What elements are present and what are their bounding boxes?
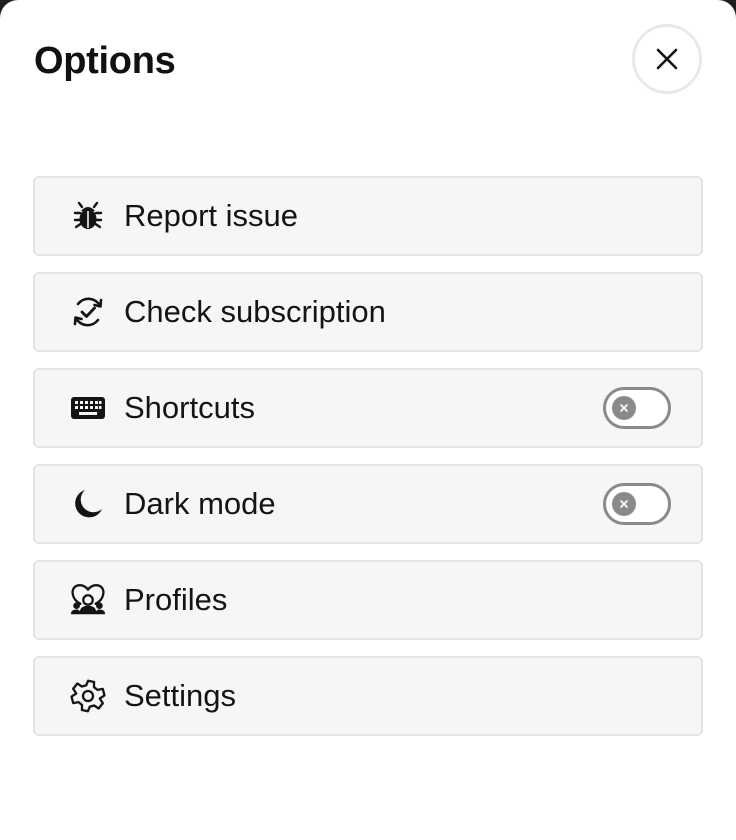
menu-item-label: Shortcuts xyxy=(124,390,255,425)
menu-item-dark-mode[interactable]: Dark mode xyxy=(33,464,703,544)
x-icon xyxy=(620,500,628,508)
menu-item-shortcuts[interactable]: Shortcuts xyxy=(33,368,703,448)
menu-item-profiles[interactable]: Profiles xyxy=(33,560,703,640)
options-panel: Options Report issue Check subscription … xyxy=(0,0,736,840)
refresh-check-icon xyxy=(69,293,107,331)
menu-item-label: Check subscription xyxy=(124,294,386,329)
moon-icon xyxy=(69,485,107,523)
keyboard-icon xyxy=(69,389,107,427)
menu-item-check-subscription[interactable]: Check subscription xyxy=(33,272,703,352)
options-list: Report issue Check subscription Shortcut… xyxy=(33,176,703,752)
menu-item-settings[interactable]: Settings xyxy=(33,656,703,736)
menu-item-label: Report issue xyxy=(124,198,299,233)
bug-icon xyxy=(69,197,107,235)
close-icon xyxy=(656,48,678,70)
shortcuts-toggle[interactable] xyxy=(603,387,671,429)
dark-mode-toggle[interactable] xyxy=(603,483,671,525)
toggle-knob xyxy=(612,396,636,420)
close-button[interactable] xyxy=(632,24,702,94)
x-icon xyxy=(620,404,628,412)
menu-item-report-issue[interactable]: Report issue xyxy=(33,176,703,256)
profiles-icon xyxy=(69,581,107,619)
panel-title: Options xyxy=(34,40,176,82)
settings-icon xyxy=(69,677,107,715)
toggle-knob xyxy=(612,492,636,516)
menu-item-label: Dark mode xyxy=(124,486,276,521)
menu-item-label: Profiles xyxy=(124,582,228,617)
menu-item-label: Settings xyxy=(124,678,237,713)
